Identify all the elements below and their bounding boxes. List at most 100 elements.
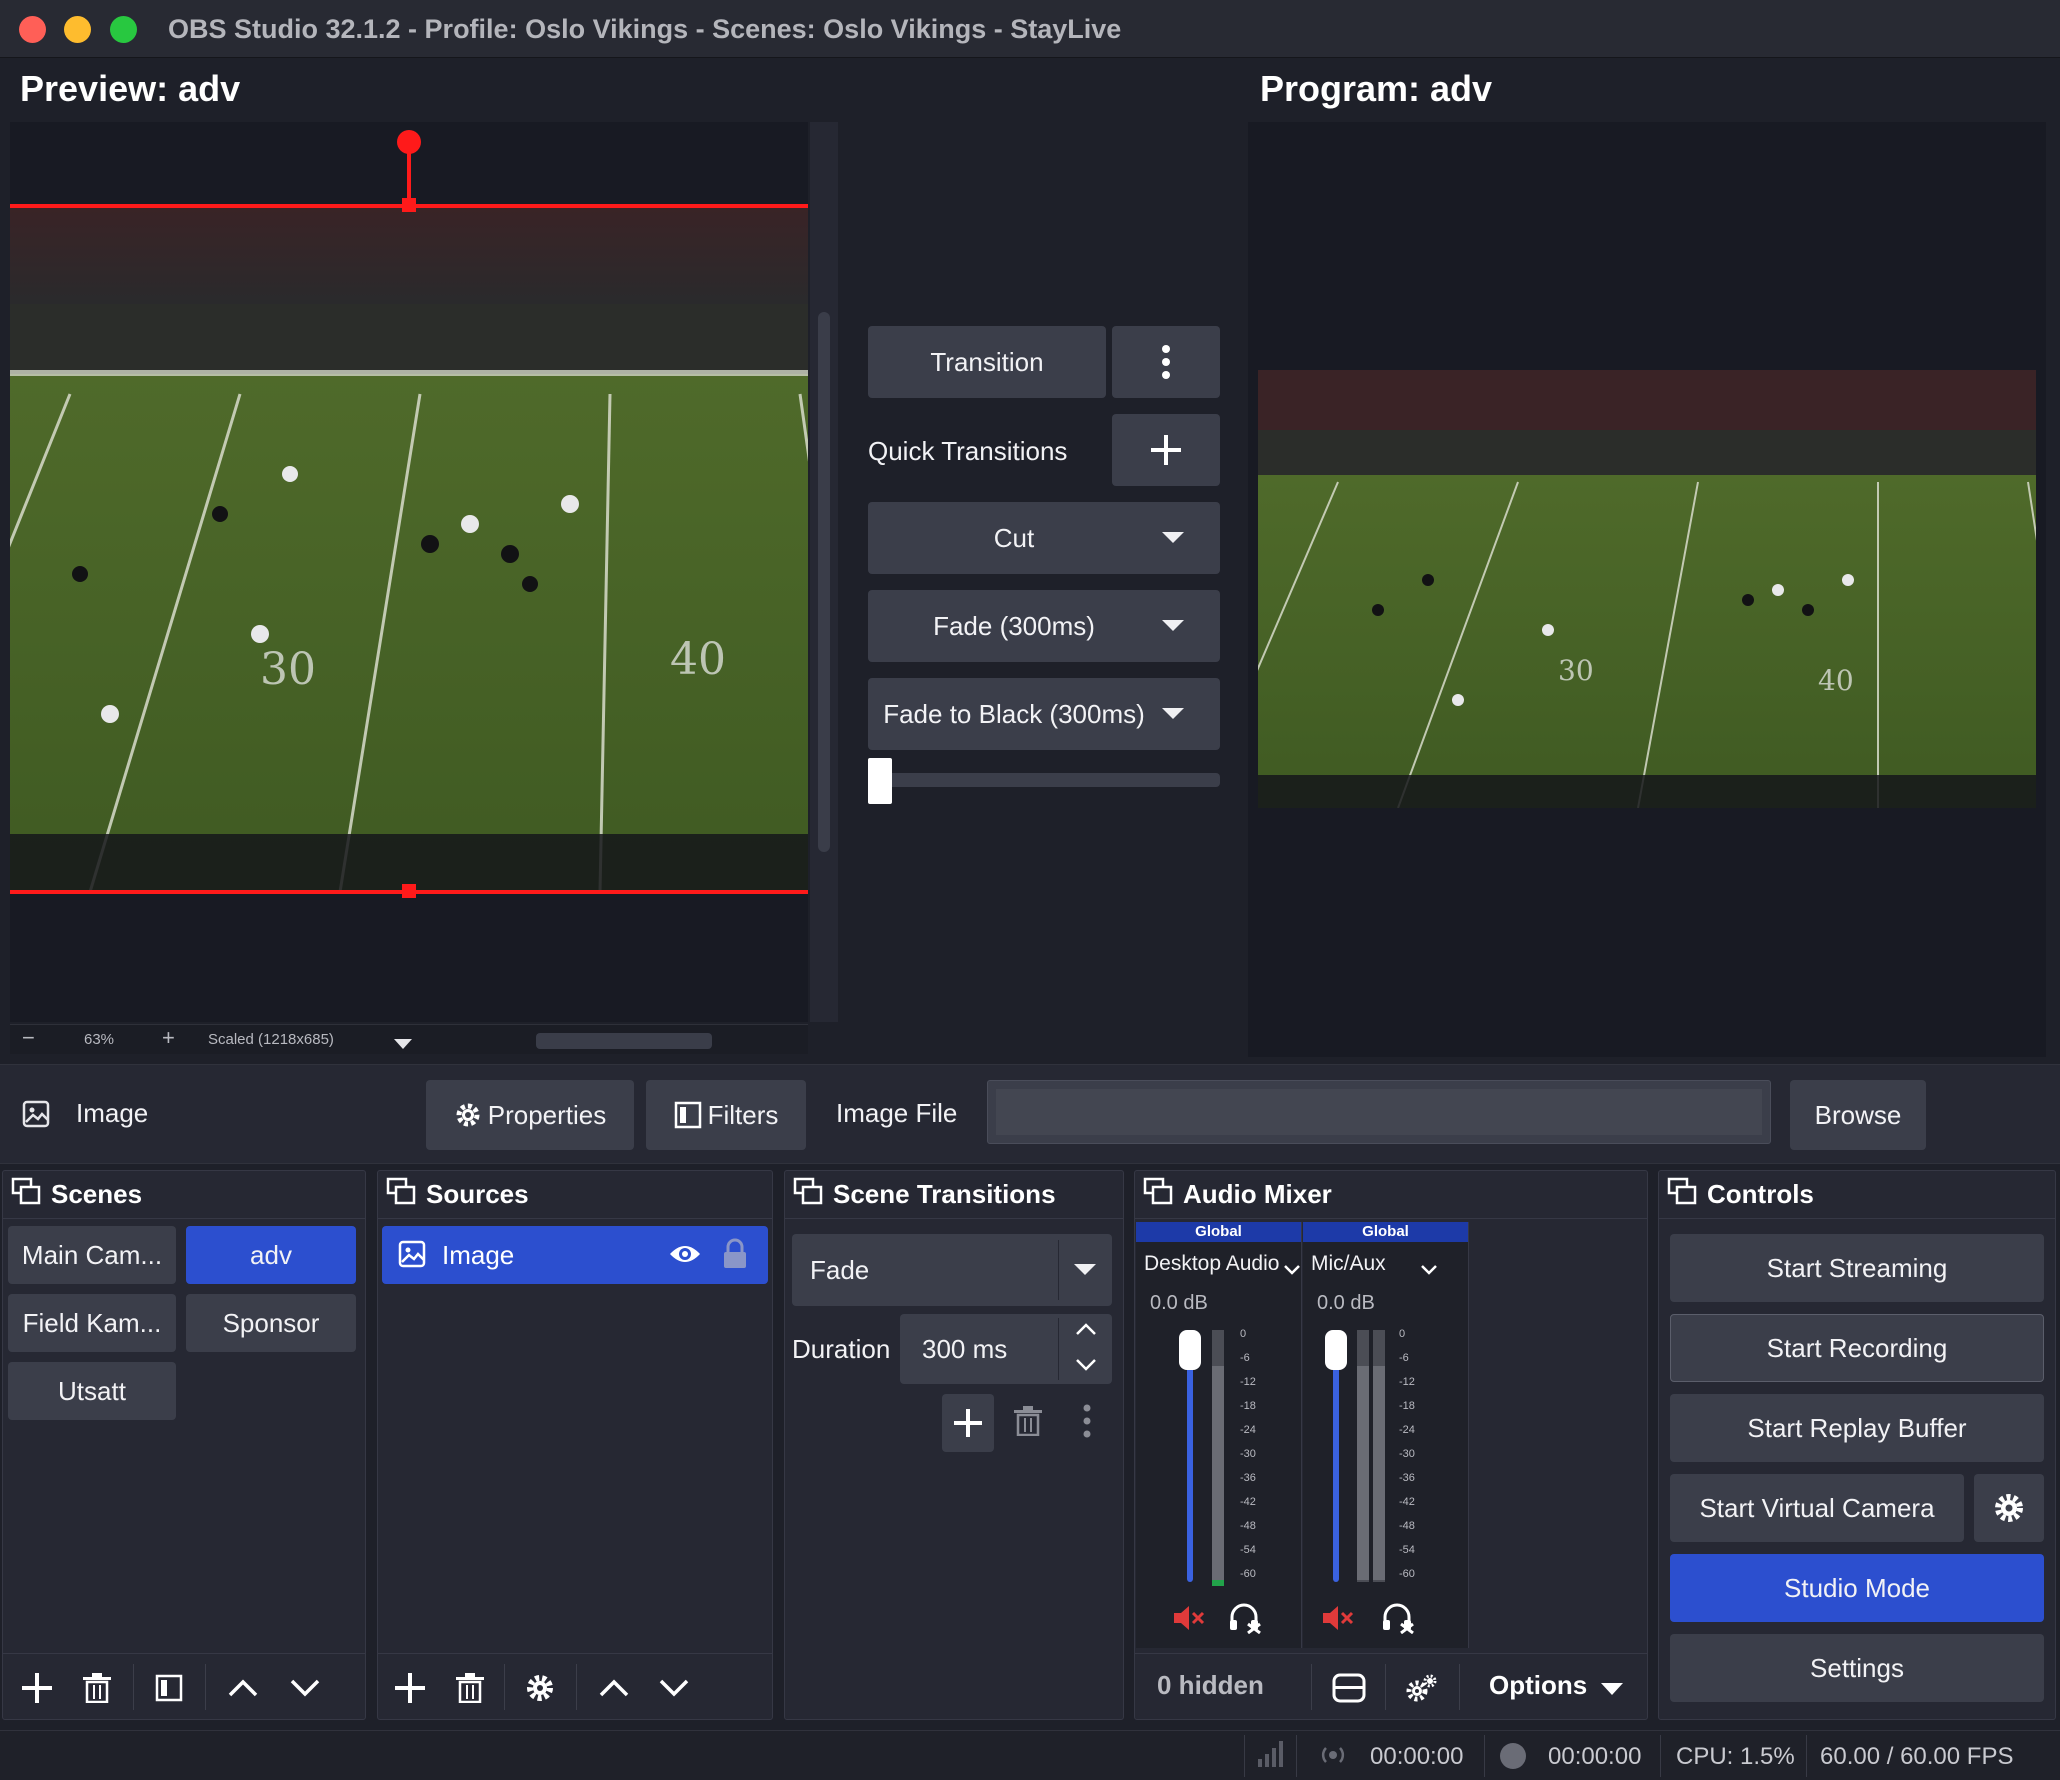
add-scene-button[interactable] <box>15 1666 59 1710</box>
resize-handle-bottom[interactable] <box>402 884 416 898</box>
scene-item[interactable]: Utsatt <box>8 1362 176 1420</box>
scene-item[interactable]: Field Kam... <box>8 1294 176 1352</box>
start-replay-buffer-button[interactable]: Start Replay Buffer <box>1670 1394 2044 1462</box>
channel-name[interactable]: Desktop Audio <box>1144 1252 1279 1276</box>
toolbar-separator <box>576 1664 577 1710</box>
gear-icon <box>527 1675 553 1701</box>
scale-tick: -48 <box>1240 1520 1256 1532</box>
tbar-slider[interactable] <box>868 773 1220 787</box>
scenes-dock-title[interactable]: Scenes <box>3 1171 365 1219</box>
dock-title-label: Scenes <box>51 1179 143 1209</box>
muted-speaker-icon[interactable] <box>1321 1604 1355 1637</box>
move-scene-up-button[interactable] <box>221 1666 265 1710</box>
source-list-item[interactable]: Image <box>382 1226 768 1284</box>
headphones-monitor-off-icon[interactable] <box>1228 1602 1262 1639</box>
move-source-down-button[interactable] <box>652 1666 696 1710</box>
dock-title-label: Sources <box>426 1179 529 1209</box>
zoom-out-icon[interactable]: − <box>22 1025 35 1051</box>
minimize-window-button[interactable] <box>64 16 91 43</box>
audio-mixer-dock-title[interactable]: Audio Mixer <box>1135 1171 1647 1219</box>
controls-dock-title[interactable]: Controls <box>1659 1171 2055 1219</box>
start-recording-button[interactable]: Start Recording <box>1670 1314 2044 1382</box>
channel-menu-chevron-icon[interactable] <box>1421 1262 1437 1280</box>
browse-button[interactable]: Browse <box>1790 1080 1926 1150</box>
duration-decrease-icon[interactable] <box>1075 1358 1097 1377</box>
add-source-button[interactable] <box>388 1666 432 1710</box>
source-properties-button[interactable] <box>518 1666 562 1710</box>
transition-button[interactable]: Transition <box>868 326 1106 398</box>
scale-tick: 0 <box>1399 1328 1406 1340</box>
transition-menu-button[interactable] <box>1112 326 1220 398</box>
scale-tick: -42 <box>1240 1496 1256 1508</box>
scene-filters-button[interactable] <box>147 1666 191 1710</box>
hidden-channels-count[interactable]: 0 hidden <box>1157 1670 1264 1701</box>
mixer-options-menu[interactable]: Options <box>1489 1670 1587 1701</box>
scene-item[interactable]: Main Cam... <box>8 1226 176 1284</box>
level-meter-green-segment <box>1212 1580 1224 1586</box>
add-quick-transition-button[interactable] <box>1112 414 1220 486</box>
transition-type-select[interactable]: Fade <box>792 1234 1112 1306</box>
settings-button[interactable]: Settings <box>1670 1634 2044 1702</box>
scale-tick: -6 <box>1240 1352 1250 1364</box>
sources-dock-title[interactable]: Sources <box>378 1171 772 1219</box>
maximize-window-button[interactable] <box>110 16 137 43</box>
level-meter-fill <box>1212 1366 1224 1580</box>
dock-icon <box>1667 1177 1697 1212</box>
volume-fader-knob[interactable] <box>1325 1330 1347 1370</box>
resize-handle-top[interactable] <box>402 198 416 212</box>
quick-transitions-label: Quick Transitions <box>868 436 1068 466</box>
channel-menu-chevron-icon[interactable] <box>1284 1262 1300 1280</box>
start-streaming-button[interactable]: Start Streaming <box>1670 1234 2044 1302</box>
remove-source-button[interactable] <box>448 1666 492 1710</box>
scale-tick: -54 <box>1240 1544 1256 1556</box>
trash-icon <box>83 1673 111 1703</box>
duration-value: 300 ms <box>922 1333 1008 1364</box>
dock-title-label: Audio Mixer <box>1183 1179 1332 1209</box>
mixer-channel-mic-aux: Global Mic/Aux 0.0 dB 0 -6 -12 -18 -24 -… <box>1303 1222 1469 1648</box>
scene-item[interactable]: Sponsor <box>186 1294 356 1352</box>
remove-scene-button[interactable] <box>75 1666 119 1710</box>
preview-stadium-image[interactable]: 30 40 <box>10 204 808 892</box>
channel-volume-db: 0.0 dB <box>1150 1292 1208 1314</box>
filters-button[interactable]: Filters <box>646 1080 806 1150</box>
sources-toolbar <box>378 1653 772 1719</box>
scene-transitions-dock-title[interactable]: Scene Transitions <box>785 1171 1123 1219</box>
preview-horizontal-scroll-thumb[interactable] <box>536 1033 712 1049</box>
remove-transition-icon[interactable] <box>1014 1406 1042 1441</box>
studio-mode-button[interactable]: Studio Mode <box>1670 1554 2044 1622</box>
eye-icon[interactable] <box>668 1242 702 1271</box>
toolbar-separator <box>1385 1664 1386 1710</box>
transition-properties-menu-icon[interactable] <box>1082 1404 1092 1443</box>
tbar-slider-handle[interactable] <box>868 758 892 804</box>
start-virtual-camera-button[interactable]: Start Virtual Camera <box>1670 1474 1964 1542</box>
chevron-down-icon <box>1074 1264 1096 1275</box>
rotation-handle[interactable] <box>397 130 421 154</box>
channel-global-badge: Global <box>1136 1222 1301 1242</box>
preview-vertical-scrollbar[interactable] <box>810 122 838 1022</box>
properties-button[interactable]: Properties <box>426 1080 634 1150</box>
audio-mixer-toolbar: 0 hidden Options <box>1135 1653 1647 1719</box>
image-file-path-field[interactable] <box>987 1080 1771 1144</box>
add-transition-button[interactable] <box>942 1394 994 1452</box>
duration-increase-icon[interactable] <box>1075 1322 1097 1341</box>
scrollbar-thumb[interactable] <box>818 312 830 852</box>
more-vertical-icon <box>1162 345 1170 379</box>
close-window-button[interactable] <box>19 16 46 43</box>
scale-mode-dropdown-icon[interactable] <box>394 1036 412 1053</box>
channel-name[interactable]: Mic/Aux <box>1311 1252 1386 1276</box>
filters-icon <box>674 1101 701 1129</box>
svg-text:40: 40 <box>670 634 726 685</box>
move-source-up-button[interactable] <box>592 1666 636 1710</box>
muted-speaker-icon[interactable] <box>1172 1604 1206 1637</box>
lock-icon[interactable] <box>722 1238 748 1275</box>
zoom-in-icon[interactable]: + <box>162 1025 175 1051</box>
network-signal-icon <box>1256 1739 1286 1774</box>
toggle-layout-button[interactable] <box>1327 1666 1371 1710</box>
move-scene-down-button[interactable] <box>283 1666 327 1710</box>
advanced-audio-properties-button[interactable] <box>1399 1666 1443 1710</box>
scale-mode-label[interactable]: Scaled (1218x685) <box>208 1031 334 1048</box>
virtual-camera-settings-button[interactable] <box>1974 1474 2044 1542</box>
headphones-monitor-off-icon[interactable] <box>1381 1602 1415 1639</box>
volume-fader-knob[interactable] <box>1179 1330 1201 1370</box>
scene-item-active[interactable]: adv <box>186 1226 356 1284</box>
